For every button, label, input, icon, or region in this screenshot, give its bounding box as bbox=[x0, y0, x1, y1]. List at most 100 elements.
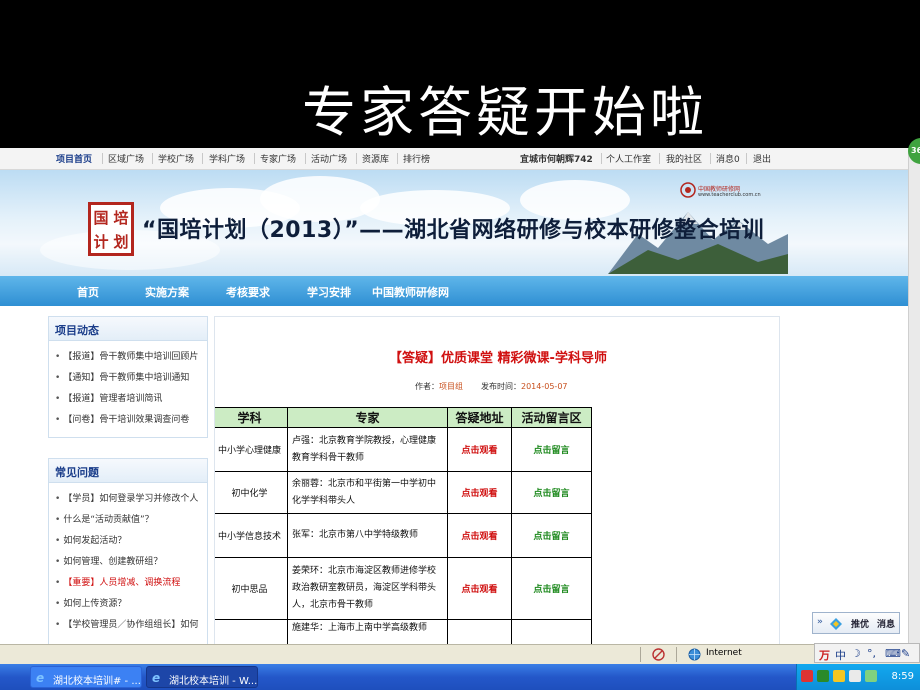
topnav-activity[interactable]: 活动广场 bbox=[311, 152, 347, 165]
article-date: 2014-05-07 bbox=[521, 382, 568, 391]
mainnav-plan[interactable]: 实施方案 bbox=[145, 284, 189, 300]
faq-item[interactable]: 【学校管理员／协作组组长】如何 bbox=[55, 615, 207, 636]
faq-item[interactable]: 什么是“活动贡献值”？ bbox=[55, 510, 207, 531]
keyboard-icon[interactable]: ⌨ bbox=[885, 647, 901, 660]
top-nav-bar: 项目首页 区域广场 学校广场 学科广场 专家广场 活动广场 资源库 排行榜 宜城… bbox=[0, 148, 920, 170]
teacherclub-logo: 中国教师研修网 www.teacherclub.com.cn bbox=[680, 178, 761, 210]
message-link[interactable]: 点击留言 bbox=[511, 513, 592, 558]
topnav-studio[interactable]: 个人工作室 bbox=[606, 152, 651, 165]
slide: 专家答疑开始啦 项目首页 区域广场 学校广场 学科广场 专家广场 活动广场 资源… bbox=[0, 0, 920, 690]
recommend-button[interactable]: 推优 bbox=[851, 617, 869, 630]
col-expert-header: 专家 bbox=[287, 407, 448, 428]
teacherclub-logo-icon bbox=[680, 182, 696, 198]
topnav-subject[interactable]: 学科广场 bbox=[209, 152, 245, 165]
sidebar-news-title: 项目动态 bbox=[49, 317, 207, 341]
watch-link[interactable]: 点击观看 bbox=[447, 427, 512, 472]
table-header-row: 学科 专家 答疑地址 活动留言区 bbox=[215, 407, 592, 428]
ime-mode-label[interactable]: 中 bbox=[835, 647, 846, 663]
expert-qa-table: 学科 专家 答疑地址 活动留言区 中小学心理健康 卢强：北京教育学院教授，心理健… bbox=[215, 407, 592, 660]
expert-cell: 张军：北京市第八中学特级教师 bbox=[287, 513, 448, 558]
table-row: 初中思品 姜荣环：北京市海淀区教师进修学校政治教研室教研员，海淀区学科带头人，北… bbox=[215, 557, 592, 620]
guopei-seal-logo: 国 培 计 划 bbox=[88, 202, 134, 256]
double-chevron-icon[interactable]: » bbox=[817, 617, 823, 627]
taskbar-window-1[interactable]: e 湖北校本培训# - ... bbox=[30, 666, 142, 688]
watch-link[interactable]: 点击观看 bbox=[447, 557, 512, 620]
privacy-icon[interactable] bbox=[652, 648, 665, 661]
sidebar-news-box: 项目动态 【报道】骨干教师集中培训回顾片 【通知】骨干教师集中培训通知 【报道】… bbox=[48, 316, 208, 438]
topnav-logout[interactable]: 退出 bbox=[753, 152, 771, 165]
mainnav-schedule[interactable]: 学习安排 bbox=[307, 284, 351, 300]
ime-tray-icon[interactable] bbox=[801, 670, 813, 682]
faq-item[interactable]: 如何发起活动？ bbox=[55, 531, 207, 552]
360-tray-icon[interactable] bbox=[865, 670, 877, 682]
topnav-school[interactable]: 学校广场 bbox=[158, 152, 194, 165]
messages-button[interactable]: 消息 bbox=[877, 617, 895, 630]
topnav-region[interactable]: 区域广场 bbox=[108, 152, 144, 165]
moon-icon[interactable]: ☽ bbox=[851, 647, 861, 660]
mainnav-home[interactable]: 首页 bbox=[77, 284, 99, 300]
topnav-expert[interactable]: 专家广场 bbox=[260, 152, 296, 165]
article-title: 【答疑】优质课堂 精彩微课-学科导师 bbox=[389, 351, 607, 366]
news-item[interactable]: 【问卷】骨干培训效果调查问卷 bbox=[55, 410, 207, 431]
slide-title: 专家答疑开始啦 bbox=[302, 81, 708, 144]
faq-item[interactable]: 【学员】如何登录学习并修改个人 bbox=[55, 489, 207, 510]
punctuation-icon[interactable]: °, bbox=[867, 647, 876, 660]
ime-logo-icon[interactable]: 万 bbox=[819, 647, 830, 663]
recommend-icon bbox=[830, 618, 842, 630]
faq-item[interactable]: 如何管理、创建教研组？ bbox=[55, 552, 207, 573]
ime-toolbar: 万 中 ☽ °, ⌨ ✎ bbox=[814, 643, 920, 663]
side-helper-bar: » 推优 消息 bbox=[812, 612, 900, 634]
faq-item[interactable]: 如何上传资源？ bbox=[55, 594, 207, 615]
article-author[interactable]: 项目组 bbox=[439, 382, 463, 391]
expert-cell: 姜荣环：北京市海淀区教师进修学校政治教研室教研员，海淀区学科带头人，北京市骨干教… bbox=[287, 557, 448, 620]
network-icon[interactable] bbox=[817, 670, 829, 682]
mainnav-requirements[interactable]: 考核要求 bbox=[226, 284, 270, 300]
sidebar-faq-box: 常见问题 【学员】如何登录学习并修改个人 什么是“活动贡献值”？ 如何发起活动？… bbox=[48, 458, 208, 658]
subject-cell: 中小学信息技术 bbox=[215, 513, 288, 558]
vertical-scrollbar[interactable] bbox=[908, 148, 920, 664]
status-bar: Internet bbox=[0, 644, 920, 664]
article-meta: 作者：项目组 发布时间：2014-05-07 bbox=[415, 382, 568, 391]
expert-cell: 余丽蓉：北京市和平街第一中学初中化学学科带头人 bbox=[287, 471, 448, 514]
settings-icon[interactable]: ✎ bbox=[901, 647, 910, 660]
globe-icon bbox=[688, 648, 701, 661]
article-panel: 【答疑】优质课堂 精彩微课-学科导师 作者：项目组 发布时间：2014-05-07… bbox=[214, 316, 780, 664]
news-item[interactable]: 【报道】管理者培训简讯 bbox=[55, 389, 207, 410]
subject-cell: 中小学心理健康 bbox=[215, 427, 288, 472]
browser-window: 项目首页 区域广场 学校广场 学科广场 专家广场 活动广场 资源库 排行榜 宜城… bbox=[0, 148, 920, 664]
topnav-resources[interactable]: 资源库 bbox=[362, 152, 389, 165]
topnav-home[interactable]: 项目首页 bbox=[56, 152, 92, 165]
news-item[interactable]: 【报道】骨干教师集中培训回顾片 bbox=[55, 347, 207, 368]
ie-icon: e bbox=[152, 671, 161, 685]
banner: 国 培 计 划 “国培计划（2013）”——湖北省网络研修与校本研修整合培训 中… bbox=[0, 170, 908, 276]
taskbar-window-2[interactable]: e 湖北校本培训 - W... bbox=[146, 666, 258, 688]
watch-link[interactable]: 点击观看 bbox=[447, 513, 512, 558]
news-item[interactable]: 【通知】骨干教师集中培训通知 bbox=[55, 368, 207, 389]
subject-cell: 初中思品 bbox=[215, 557, 288, 620]
topnav-messages[interactable]: 消息0 bbox=[716, 152, 740, 165]
col-subject-header: 学科 bbox=[215, 407, 288, 428]
security-zone: Internet bbox=[706, 648, 742, 658]
security-shield-icon[interactable] bbox=[833, 670, 845, 682]
message-link[interactable]: 点击留言 bbox=[511, 471, 592, 514]
ie-icon: e bbox=[36, 671, 45, 685]
volume-icon[interactable] bbox=[849, 670, 861, 682]
username[interactable]: 宜城市何朝辉742 bbox=[520, 152, 593, 165]
sidebar-faq-title: 常见问题 bbox=[49, 459, 207, 483]
faq-item-important[interactable]: 【重要】人员增减、调换流程 bbox=[55, 573, 207, 594]
main-nav-bar: 首页 实施方案 考核要求 学习安排 中国教师研修网 bbox=[0, 276, 908, 306]
taskbar: e 湖北校本培训# - ... e 湖北校本培训 - W... 8:59 bbox=[0, 664, 920, 690]
banner-title: “国培计划（2013）”——湖北省网络研修与校本研修整合培训 bbox=[142, 218, 765, 243]
message-link[interactable]: 点击留言 bbox=[511, 557, 592, 620]
mainnav-teacherclub[interactable]: 中国教师研修网 bbox=[372, 284, 449, 300]
watch-link[interactable]: 点击观看 bbox=[447, 471, 512, 514]
col-qa-header: 答疑地址 bbox=[447, 407, 512, 428]
col-message-header: 活动留言区 bbox=[511, 407, 592, 428]
topnav-ranking[interactable]: 排行榜 bbox=[403, 152, 430, 165]
system-tray: 8:59 bbox=[796, 664, 920, 690]
message-link[interactable]: 点击留言 bbox=[511, 427, 592, 472]
table-row: 中小学心理健康 卢强：北京教育学院教授，心理健康教育学科骨干教师 点击观看 点击… bbox=[215, 427, 592, 472]
clock[interactable]: 8:59 bbox=[892, 671, 914, 682]
topnav-community[interactable]: 我的社区 bbox=[666, 152, 702, 165]
table-row: 中小学信息技术 张军：北京市第八中学特级教师 点击观看 点击留言 bbox=[215, 513, 592, 558]
